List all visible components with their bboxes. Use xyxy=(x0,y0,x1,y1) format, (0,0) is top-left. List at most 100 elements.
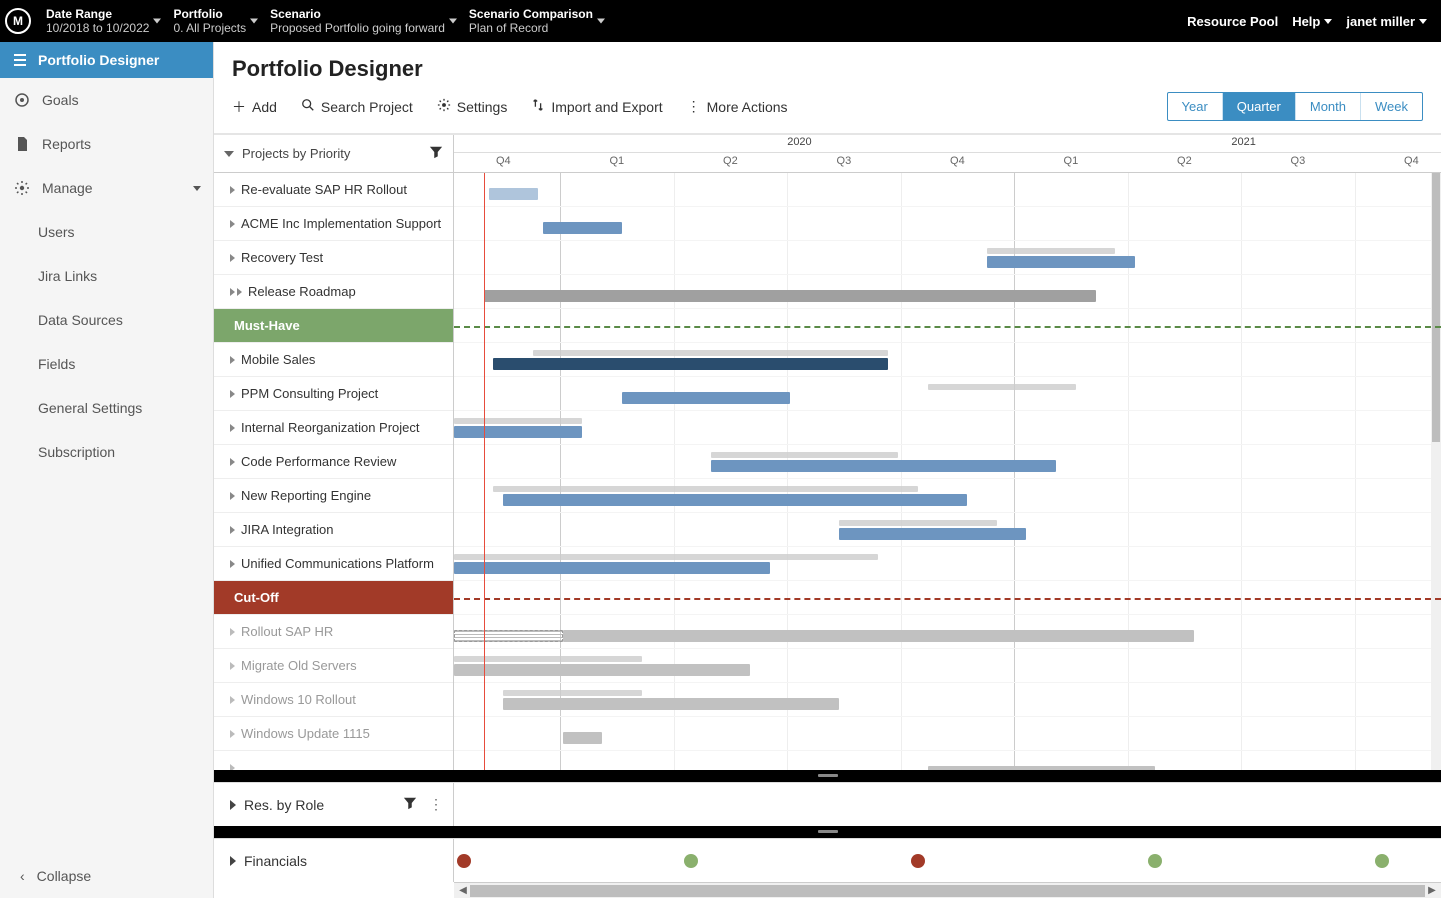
project-row[interactable]: Unified Communications Platform xyxy=(214,547,453,581)
gantt-bar[interactable] xyxy=(503,698,839,710)
project-row[interactable]: Windows 10 Rollout xyxy=(214,683,453,717)
gantt-bar[interactable] xyxy=(493,358,888,370)
filter-icon[interactable] xyxy=(403,796,417,813)
gantt-row[interactable] xyxy=(454,275,1441,309)
gantt-bar[interactable] xyxy=(563,630,1195,642)
project-row[interactable]: New Reporting Engine xyxy=(214,479,453,513)
gantt-bar[interactable] xyxy=(839,528,1027,540)
search-project-button[interactable]: Search Project xyxy=(301,98,413,115)
gantt-row[interactable] xyxy=(454,683,1441,717)
gantt-row[interactable] xyxy=(454,513,1441,547)
gantt-row[interactable] xyxy=(454,411,1441,445)
gantt-baseline-bar[interactable] xyxy=(454,554,878,560)
project-row[interactable]: Recovery Test xyxy=(214,241,453,275)
panel-resizer[interactable] xyxy=(214,826,1441,838)
user-menu[interactable]: janet miller xyxy=(1346,14,1427,29)
scroll-left-icon[interactable]: ◀ xyxy=(456,885,470,896)
project-row[interactable]: PPM Consulting Project xyxy=(214,377,453,411)
gantt-bar[interactable] xyxy=(454,664,750,676)
sidebar-subitem-fields[interactable]: Fields xyxy=(0,342,213,386)
gantt-row[interactable] xyxy=(454,445,1441,479)
section-must-have[interactable]: Must-Have xyxy=(214,309,453,343)
topbar-selector-1[interactable]: Portfolio0. All Projects xyxy=(163,0,260,42)
gantt-row[interactable] xyxy=(454,343,1441,377)
help-menu[interactable]: Help xyxy=(1292,14,1332,29)
app-logo[interactable]: M xyxy=(0,0,36,42)
topbar-selector-2[interactable]: ScenarioProposed Portfolio going forward xyxy=(260,0,459,42)
gantt-bar[interactable] xyxy=(563,732,602,744)
sidebar-active-module[interactable]: Portfolio Designer xyxy=(0,42,213,78)
topbar-selector-3[interactable]: Scenario ComparisonPlan of Record xyxy=(459,0,607,42)
project-row[interactable]: Windows Update 1115 xyxy=(214,717,453,751)
gantt-row[interactable] xyxy=(454,173,1441,207)
gantt-bar[interactable] xyxy=(543,222,622,234)
gantt-bar[interactable] xyxy=(454,562,770,574)
status-dot[interactable] xyxy=(1375,854,1389,868)
gantt-baseline-bar[interactable] xyxy=(711,452,899,458)
panel-resizer[interactable] xyxy=(214,770,1441,782)
project-row[interactable]: Internal Reorganization Project xyxy=(214,411,453,445)
status-dot[interactable] xyxy=(457,854,471,868)
project-row[interactable]: Rollout SAP HR xyxy=(214,615,453,649)
status-dot[interactable] xyxy=(911,854,925,868)
financials-header[interactable]: Financials xyxy=(214,839,454,882)
sidebar-subitem-general-settings[interactable]: General Settings xyxy=(0,386,213,430)
add-button[interactable]: ＋ Add xyxy=(232,97,277,117)
gantt-baseline-bar[interactable] xyxy=(987,248,1115,254)
sidebar-item-reports[interactable]: Reports xyxy=(0,122,213,166)
scale-week[interactable]: Week xyxy=(1361,93,1422,120)
gantt-row[interactable] xyxy=(454,207,1441,241)
status-dot[interactable] xyxy=(684,854,698,868)
project-row[interactable]: ACME Inc Implementation Support xyxy=(214,207,453,241)
sidebar-subitem-data-sources[interactable]: Data Sources xyxy=(0,298,213,342)
gantt-baseline-bar[interactable] xyxy=(839,520,997,526)
gantt-row[interactable] xyxy=(454,649,1441,683)
gantt-bar[interactable] xyxy=(711,460,1056,472)
resource-pool-link[interactable]: Resource Pool xyxy=(1187,14,1278,29)
gantt-baseline-bar[interactable] xyxy=(493,486,917,492)
scale-quarter[interactable]: Quarter xyxy=(1223,93,1296,120)
project-row[interactable]: Re-evaluate SAP HR Rollout xyxy=(214,173,453,207)
project-row[interactable]: Release Roadmap xyxy=(214,275,453,309)
more-icon[interactable]: ⋮ xyxy=(429,796,443,813)
gantt-baseline-bar[interactable] xyxy=(928,384,1076,390)
sidebar-subitem-jira-links[interactable]: Jira Links xyxy=(0,254,213,298)
scale-year[interactable]: Year xyxy=(1168,93,1223,120)
gantt-baseline-bar[interactable] xyxy=(454,656,642,662)
filter-icon[interactable] xyxy=(429,145,443,162)
project-row[interactable]: Code Performance Review xyxy=(214,445,453,479)
gantt-bar[interactable] xyxy=(622,392,790,404)
status-dot[interactable] xyxy=(1148,854,1162,868)
vertical-scrollbar[interactable] xyxy=(1431,173,1441,770)
gantt-row[interactable] xyxy=(454,377,1441,411)
gantt-baseline-bar[interactable] xyxy=(454,418,582,424)
project-row[interactable]: Mobile Sales xyxy=(214,343,453,377)
gantt-bar[interactable] xyxy=(489,188,538,200)
import-export-button[interactable]: Import and Export xyxy=(531,98,662,115)
project-row[interactable] xyxy=(214,751,453,770)
gantt-bar[interactable] xyxy=(484,290,1096,302)
settings-button[interactable]: Settings xyxy=(437,98,508,115)
gantt-row[interactable] xyxy=(454,615,1441,649)
gantt-row[interactable] xyxy=(454,241,1441,275)
gantt-bar[interactable] xyxy=(503,494,967,506)
gantt-bar[interactable] xyxy=(454,426,582,438)
horizontal-scrollbar[interactable]: ◀ ▶ xyxy=(454,882,1441,898)
scale-month[interactable]: Month xyxy=(1296,93,1361,120)
topbar-selector-0[interactable]: Date Range10/2018 to 10/2022 xyxy=(36,0,163,42)
gantt-bar[interactable] xyxy=(987,256,1135,268)
gantt-grid[interactable] xyxy=(454,173,1441,770)
gantt-row[interactable] xyxy=(454,717,1441,751)
collapse-sidebar[interactable]: ‹ Collapse xyxy=(0,854,213,898)
scroll-right-icon[interactable]: ▶ xyxy=(1425,885,1439,896)
gantt-baseline-bar[interactable] xyxy=(503,690,641,696)
project-row[interactable]: JIRA Integration xyxy=(214,513,453,547)
gantt-row[interactable] xyxy=(454,547,1441,581)
sidebar-subitem-subscription[interactable]: Subscription xyxy=(0,430,213,474)
gantt-baseline-bar[interactable] xyxy=(533,350,888,356)
project-row[interactable]: Migrate Old Servers xyxy=(214,649,453,683)
section-cut-off[interactable]: Cut-Off xyxy=(214,581,453,615)
sidebar-item-goals[interactable]: Goals xyxy=(0,78,213,122)
gantt-row[interactable] xyxy=(454,751,1441,770)
more-actions-button[interactable]: ⋮ More Actions xyxy=(687,98,788,115)
